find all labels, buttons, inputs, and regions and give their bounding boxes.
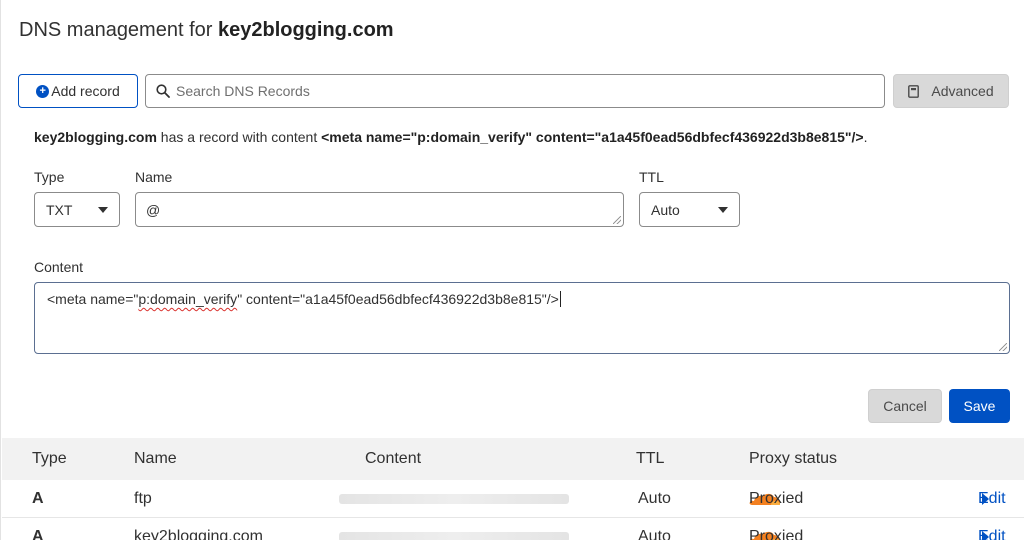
save-button[interactable]: Save — [949, 389, 1010, 423]
row-name: key2blogging.com — [134, 527, 263, 540]
cancel-button[interactable]: Cancel — [868, 389, 942, 423]
type-select-value: TXT — [46, 201, 73, 218]
name-label: Name — [135, 169, 173, 185]
name-input-value: @ — [146, 202, 161, 218]
name-input[interactable]: @ — [135, 192, 624, 227]
header-type[interactable]: Type — [32, 450, 67, 468]
caret-right-icon — [982, 492, 989, 505]
page-title: DNS management for key2blogging.com — [19, 19, 394, 42]
search-box[interactable] — [145, 74, 885, 108]
content-label: Content — [34, 259, 84, 275]
type-select[interactable]: TXT — [34, 192, 120, 227]
advanced-label: Advanced — [931, 83, 994, 99]
text-cursor — [559, 291, 561, 307]
row-type: A — [32, 489, 44, 507]
table-row: A key2blogging.com Auto Proxied Edit — [2, 518, 1024, 540]
plus-circle-icon: + — [36, 84, 50, 98]
search-icon — [156, 84, 170, 98]
redacted-content — [339, 493, 569, 504]
table-row: A ftp Auto Proxied Edit — [2, 480, 1024, 518]
ttl-select[interactable]: Auto — [639, 192, 740, 227]
row-proxy-label: Proxied — [749, 527, 804, 540]
add-record-label: Add record — [51, 83, 120, 99]
row-name: ftp — [134, 489, 152, 507]
row-type: A — [32, 527, 44, 540]
type-label: Type — [34, 169, 65, 185]
header-content[interactable]: Content — [365, 450, 421, 468]
header-name[interactable]: Name — [134, 450, 177, 468]
info-end: . — [863, 129, 868, 145]
advanced-button[interactable]: Advanced — [893, 74, 1009, 108]
record-info-text: key2blogging.com has a record with conte… — [34, 129, 868, 145]
table-header: Type Name Content TTL Proxy status — [2, 438, 1024, 480]
info-content: <meta name="p:domain_verify" content="a1… — [321, 129, 864, 145]
content-textarea[interactable]: <meta name="p:domain_verify" content="a1… — [34, 282, 1010, 354]
page-title-prefix: DNS management for — [19, 19, 213, 41]
resize-handle[interactable] — [613, 216, 621, 224]
ttl-select-value: Auto — [651, 201, 680, 218]
resize-handle[interactable] — [999, 343, 1007, 351]
row-ttl: Auto — [638, 527, 671, 540]
content-text-misspelled: p:domain_verify — [138, 291, 238, 307]
info-domain: key2blogging.com — [34, 129, 157, 145]
redacted-content — [339, 531, 569, 540]
chevron-down-icon — [718, 206, 728, 213]
caret-right-icon — [982, 530, 989, 540]
info-text: has a record with content — [156, 129, 322, 145]
ttl-label: TTL — [639, 169, 664, 185]
header-proxy[interactable]: Proxy status — [749, 450, 837, 468]
chevron-down-icon — [98, 206, 108, 213]
dns-management-panel: DNS management for key2blogging.com + Ad… — [0, 0, 1024, 540]
row-ttl: Auto — [638, 489, 671, 507]
add-record-button[interactable]: + Add record — [18, 74, 138, 108]
content-text-2: " content="a1a45f0ead56dbfecf436922d3b8e… — [237, 291, 559, 307]
page-title-domain: key2blogging.com — [217, 19, 394, 41]
book-icon — [908, 84, 920, 98]
row-proxy-status: Proxied — [749, 528, 803, 540]
row-proxy-status: Proxied — [749, 490, 803, 507]
header-ttl[interactable]: TTL — [636, 450, 664, 468]
content-text-1: <meta name=" — [47, 291, 139, 307]
row-proxy-label: Proxied — [749, 489, 804, 507]
search-input[interactable] — [176, 83, 856, 99]
